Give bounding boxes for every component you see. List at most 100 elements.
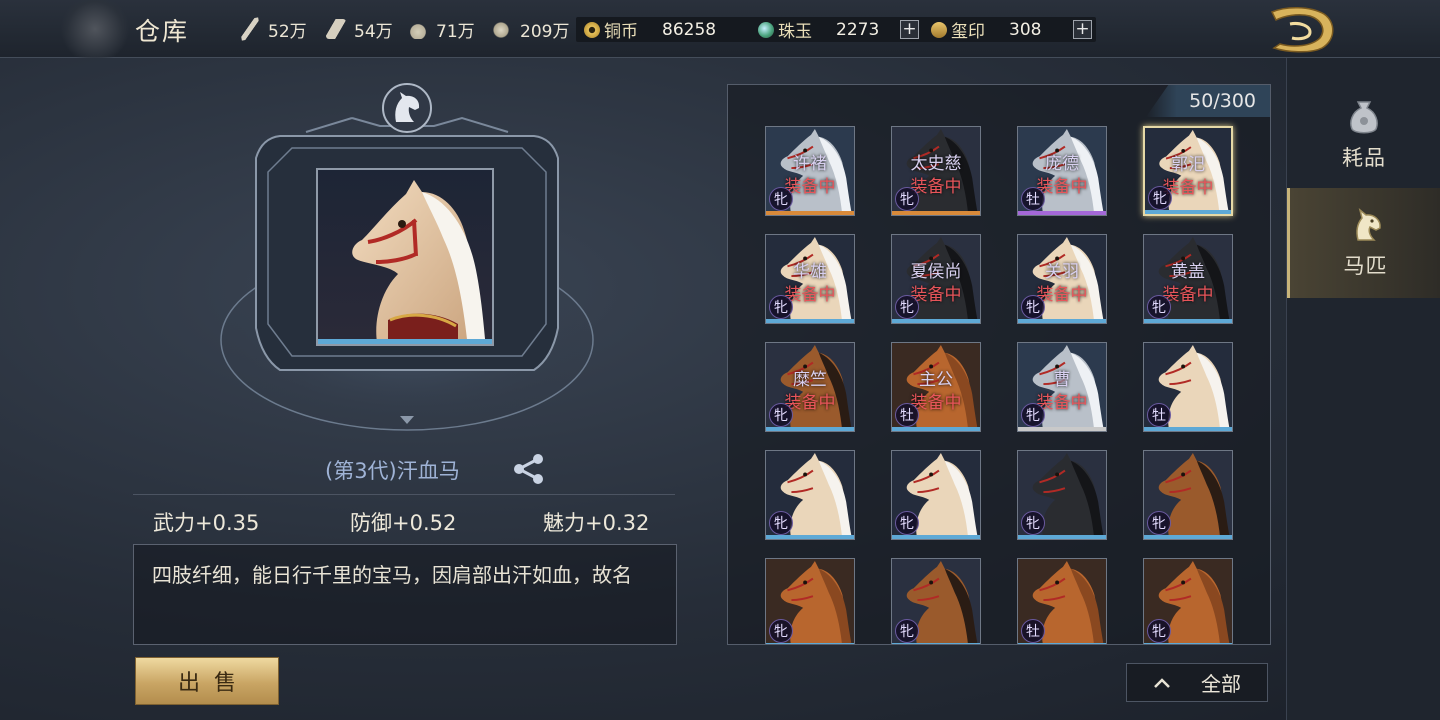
resource-feather: 52万 [238, 17, 307, 42]
horse-owner-name: 太史慈 [910, 154, 962, 174]
horse-slot[interactable]: 许褚 装备中牝 [765, 126, 855, 216]
copper-coin-icon [584, 21, 600, 38]
horse-slot[interactable]: 牝 [765, 558, 855, 644]
gender-badge: 牡 [895, 403, 919, 427]
stat-charm: 魅力+0.32 [543, 511, 650, 535]
stat-defense: 防御+0.52 [350, 511, 457, 535]
share-icon[interactable] [510, 452, 548, 486]
resource-value: 209万 [520, 21, 570, 42]
horse-slot[interactable]: 糜竺 装备中牝 [765, 342, 855, 432]
horse-slot[interactable]: 牡 [1017, 558, 1107, 644]
quality-bar [766, 535, 854, 539]
gender-badge: 牡 [1021, 187, 1045, 211]
dragon-logo-icon[interactable] [1266, 4, 1338, 54]
horse-owner-name: 许褚 [793, 154, 827, 174]
tab-consumables[interactable]: 耗品 [1287, 80, 1440, 190]
horse-slot[interactable]: 主公 装备中牡 [891, 342, 981, 432]
dragon-emblem-icon [60, 0, 130, 58]
horse-owner-name: 曹 [1053, 370, 1071, 390]
feather-icon [238, 17, 262, 41]
filter-label: 全部 [1201, 672, 1241, 696]
horse-owner-name: 糜竺 [793, 370, 827, 390]
horse-slot[interactable]: 牝 [1143, 558, 1233, 644]
horse-name: (第3代)汗血马 [325, 459, 460, 483]
resource-value: 52万 [268, 21, 307, 42]
tab-label: 耗品 [1342, 146, 1386, 170]
horse-owner-name: 夏侯尚 [910, 262, 962, 282]
quality-bar [766, 211, 854, 215]
horse-portrait-art [318, 170, 492, 344]
quality-bar [766, 319, 854, 323]
horse-slot[interactable]: 华雄 装备中牝 [765, 234, 855, 324]
quality-bar [892, 319, 980, 323]
side-tab-bar: 耗品 马匹 [1286, 58, 1440, 720]
gender-badge: 牝 [895, 619, 919, 643]
horse-slot[interactable]: 太史慈 装备中牝 [891, 126, 981, 216]
add-jade-button[interactable]: + [900, 20, 919, 39]
quality-bar [1018, 427, 1106, 431]
divider [133, 494, 675, 495]
quality-bar [1145, 210, 1231, 214]
horse-owner-name: 华雄 [793, 262, 827, 282]
add-seal-button[interactable]: + [1073, 20, 1092, 39]
gender-badge: 牝 [1147, 511, 1171, 535]
resource-ore: 209万 [492, 17, 570, 42]
quality-bar [766, 427, 854, 431]
horse-owner-name: 主公 [919, 370, 953, 390]
currency-value: 2273 [836, 19, 880, 40]
horse-owner-name: 关羽 [1045, 262, 1079, 282]
quality-bar [1018, 535, 1106, 539]
quality-bar [1144, 319, 1232, 323]
horse-slot[interactable]: 牝 [891, 558, 981, 644]
currency-label: 玺印 [951, 22, 985, 42]
currency-jade: 珠玉 2273 [758, 17, 879, 42]
horse-slot[interactable]: 曹装备中牝 [1017, 342, 1107, 432]
jade-icon [758, 21, 774, 38]
description-text: 四肢纤细，能日行千里的宝马，因肩部出汗如血，故名 [152, 563, 632, 587]
horse-slot[interactable]: 牝 [1143, 450, 1233, 540]
quality-bar [1144, 535, 1232, 539]
horse-slot[interactable]: 牡 [1143, 342, 1233, 432]
top-bar: 仓库 52万 54万 71万 209万 铜币 86258 珠玉 2273 + 玺… [0, 0, 1440, 58]
currency-seal: 玺印 308 [931, 17, 1041, 42]
gender-badge: 牡 [1021, 619, 1045, 643]
horse-slot[interactable]: 牝 [1017, 450, 1107, 540]
quality-bar [1144, 427, 1232, 431]
scroll-icon [326, 19, 346, 39]
currency-strip: 铜币 86258 珠玉 2273 + 玺印 308 + [576, 17, 1096, 42]
gender-badge: 牝 [1147, 619, 1171, 643]
horse-slot[interactable]: 郭汜 装备中牝 [1143, 126, 1233, 216]
horse-slot[interactable]: 黄盖 装备中牝 [1143, 234, 1233, 324]
seal-icon [931, 21, 947, 38]
filter-dropdown-button[interactable]: 全部 [1126, 663, 1268, 702]
gender-badge: 牝 [1021, 295, 1045, 319]
horse-head-icon [1355, 207, 1381, 241]
horse-slot[interactable]: 牝 [765, 450, 855, 540]
horse-slot[interactable]: 庞德 装备中牡 [1017, 126, 1107, 216]
gender-badge: 牝 [895, 187, 919, 211]
gender-badge: 牝 [769, 295, 793, 319]
horse-inventory-grid[interactable]: 50/300 许褚 装备中牝太史慈 装备中牝庞德 装备中牡郭汜 装备中牝华雄 装备中牝夏侯… [727, 84, 1271, 645]
quality-bar [892, 535, 980, 539]
gender-badge: 牝 [769, 187, 793, 211]
horse-description: 四肢纤细，能日行千里的宝马，因肩部出汗如血，故名 [133, 544, 677, 645]
chevron-up-icon [1154, 677, 1170, 688]
quality-bar [766, 643, 854, 644]
sell-button[interactable]: 出售 [135, 657, 279, 705]
resource-value: 71万 [436, 21, 475, 42]
currency-label: 珠玉 [778, 22, 812, 42]
gender-badge: 牝 [769, 403, 793, 427]
tab-label: 马匹 [1343, 254, 1388, 278]
quality-bar [1018, 319, 1106, 323]
currency-copper: 铜币 86258 [584, 17, 716, 42]
resource-scroll: 54万 [326, 17, 393, 42]
horse-slot[interactable]: 关羽 装备中牝 [1017, 234, 1107, 324]
horse-owner-name: 黄盖 [1171, 262, 1205, 282]
page-title: 仓库 [135, 17, 190, 46]
tab-horses[interactable]: 马匹 [1287, 188, 1440, 298]
horse-slot[interactable]: 夏侯尚 装备中牝 [891, 234, 981, 324]
horse-slot[interactable]: 牝 [891, 450, 981, 540]
quality-bar [892, 427, 980, 431]
quality-bar [1144, 643, 1232, 644]
capacity-counter: 50/300 [1146, 85, 1270, 117]
